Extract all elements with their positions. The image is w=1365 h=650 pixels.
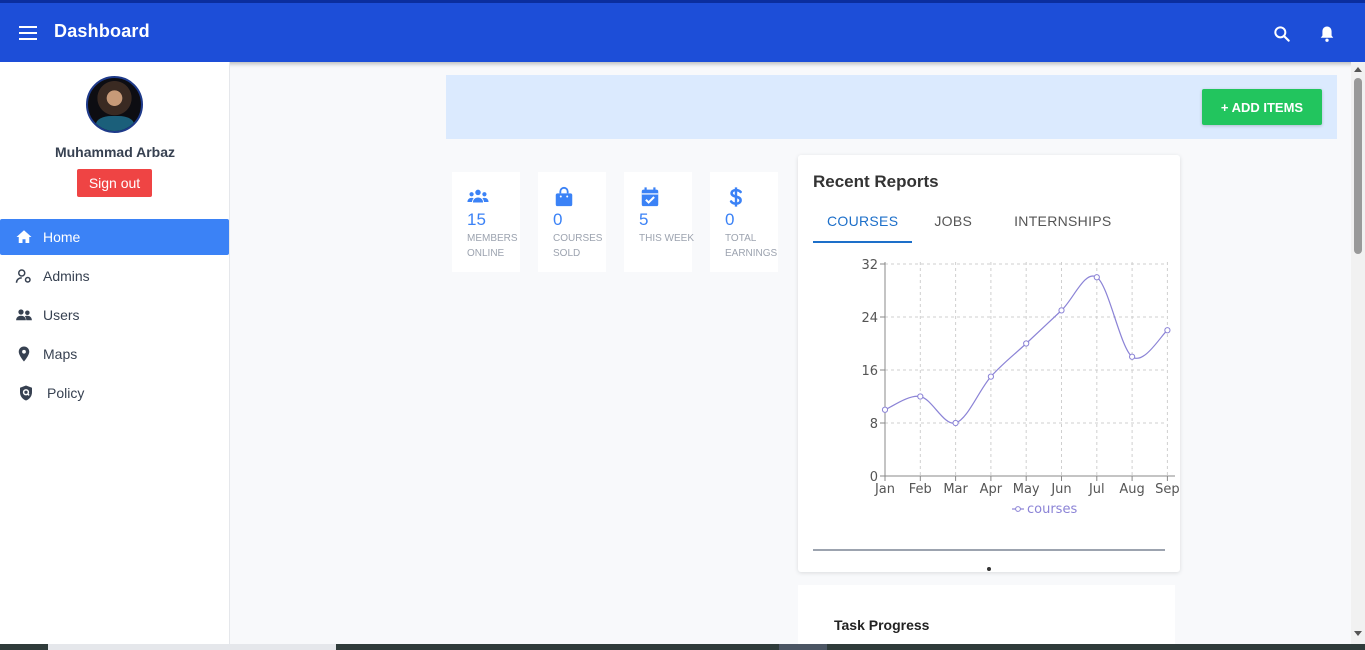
stat-label: TOTAL EARNINGS	[725, 233, 778, 259]
top-app-bar: Dashboard	[0, 0, 1365, 62]
bell-icon[interactable]	[1317, 24, 1337, 44]
sidebar-item-label: Admins	[43, 268, 90, 284]
x-tick-label: Sep	[1155, 482, 1180, 497]
sidebar-nav: Home Admins Users Maps Policy	[0, 219, 230, 414]
sidebar-item-policy[interactable]: Policy	[0, 375, 230, 411]
y-tick-label: 32	[861, 258, 878, 273]
x-tick-label: Feb	[909, 482, 932, 497]
sidebar-item-home[interactable]: Home	[0, 219, 229, 255]
stat-card-members: 15 MEMBERS ONLINE	[452, 172, 520, 272]
data-point	[952, 419, 959, 427]
hamburger-menu-icon[interactable]	[19, 26, 37, 40]
scrollbar-thumb[interactable]	[1354, 78, 1362, 254]
x-tick-label: Mar	[943, 482, 968, 497]
carousel-indicator[interactable]	[987, 567, 991, 571]
stat-value: 0	[553, 210, 563, 229]
stat-card-week: 5 THIS WEEK	[624, 172, 694, 272]
users-icon	[467, 189, 489, 203]
data-point	[987, 373, 994, 380]
data-point	[881, 406, 889, 413]
data-point	[917, 393, 924, 400]
taskbar-strip	[0, 644, 1365, 650]
x-tick-label: Apr	[980, 482, 1003, 497]
sidebar-item-maps[interactable]: Maps	[0, 336, 230, 372]
legend-marker	[1015, 506, 1021, 512]
recent-reports-card: Recent Reports COURSES JOBS INTERNSHIPS …	[798, 155, 1180, 572]
data-point	[1164, 327, 1171, 334]
data-point	[1093, 274, 1100, 281]
calendar-check-icon	[641, 187, 659, 207]
stat-card-courses: 0 COURSES SOLD	[538, 172, 606, 272]
user-name: Muhammad Arbaz	[54, 144, 176, 160]
y-tick-label: 16	[861, 364, 878, 379]
x-tick-label: Jun	[1050, 482, 1071, 497]
home-icon	[14, 228, 34, 246]
data-point	[1058, 307, 1065, 314]
taskbar-segment	[48, 644, 336, 650]
reports-tabs: COURSES JOBS INTERNSHIPS	[813, 203, 1126, 243]
scroll-up-arrow-icon[interactable]	[1354, 67, 1362, 72]
tab-jobs[interactable]: JOBS	[920, 203, 986, 243]
task-progress-title: Task Progress	[834, 617, 930, 633]
avatar[interactable]	[86, 76, 143, 133]
sidebar: Muhammad Arbaz Sign out Home Admins User…	[0, 62, 230, 644]
map-pin-icon	[14, 345, 34, 363]
sidebar-item-admins[interactable]: Admins	[0, 258, 230, 294]
add-items-button[interactable]: + ADD ITEMS	[1202, 89, 1322, 125]
shield-icon	[16, 384, 36, 402]
reports-title: Recent Reports	[813, 172, 939, 191]
x-tick-label: Jan	[874, 482, 895, 497]
shopping-bag-icon	[555, 186, 573, 207]
sidebar-item-label: Home	[43, 229, 81, 245]
sign-out-button[interactable]: Sign out	[77, 169, 152, 197]
admin-icon	[14, 267, 34, 285]
stat-value: 15	[467, 210, 486, 229]
sidebar-item-users[interactable]: Users	[0, 297, 230, 333]
x-tick-label: May	[1013, 482, 1040, 497]
dollar-icon	[729, 187, 742, 207]
sidebar-item-label: Policy	[47, 385, 85, 401]
search-icon[interactable]	[1272, 24, 1292, 44]
y-tick-label: 24	[861, 311, 878, 326]
x-tick-label: Aug	[1119, 482, 1144, 497]
legend-label: courses	[1027, 502, 1077, 517]
taskbar-segment	[779, 644, 827, 650]
stat-label: MEMBERS ONLINE	[467, 233, 518, 259]
page-scrollbar[interactable]	[1351, 62, 1365, 644]
data-point	[1023, 340, 1030, 347]
task-progress-card: Task Progress	[798, 585, 1175, 650]
sidebar-item-label: Maps	[43, 346, 78, 362]
x-tick-label: Jul	[1088, 482, 1105, 497]
tab-courses[interactable]: COURSES	[813, 203, 913, 243]
stat-value: 5	[639, 210, 649, 229]
y-tick-label: 8	[870, 417, 878, 432]
app-title: Dashboard	[54, 21, 150, 41]
data-point	[1129, 353, 1136, 360]
stat-label: COURSES SOLD	[553, 233, 603, 259]
tab-internships[interactable]: INTERNSHIPS	[1000, 203, 1125, 243]
users-icon	[14, 306, 34, 324]
sidebar-item-label: Users	[43, 307, 80, 323]
stat-value: 0	[725, 210, 735, 229]
card-divider	[813, 549, 1165, 551]
chart-svg: 08162432Jan Feb Mar Apr May Jun Jul Aug Sepcours…	[861, 258, 1180, 517]
courses-line-chart: 0 8 16 24 32 Jan Feb Mar Apr May Jun Jul Aug Sep cours…	[798, 253, 1180, 533]
stat-card-earnings: 0 TOTAL EARNINGS	[710, 172, 778, 272]
stat-label: THIS WEEK	[639, 233, 695, 244]
scroll-down-arrow-icon[interactable]	[1354, 631, 1362, 636]
